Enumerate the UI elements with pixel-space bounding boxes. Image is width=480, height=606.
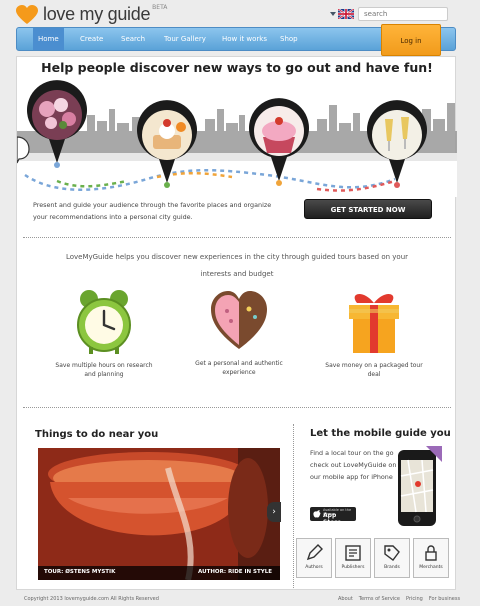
near-heading: Things to do near you bbox=[35, 429, 159, 440]
app-store-label: App Store bbox=[323, 512, 342, 526]
featured-tour-photo[interactable]: TOUR: ØSTENS MYSTIK AUTHOR: RIDE IN STYL… bbox=[38, 448, 280, 580]
login-button[interactable]: Log in bbox=[381, 24, 441, 56]
app-store-button[interactable]: Available on the iPhone App Store bbox=[310, 507, 356, 526]
nav-search[interactable]: Search bbox=[116, 28, 150, 50]
mobile-heading: Let the mobile guide you bbox=[310, 428, 451, 439]
heart-icon bbox=[211, 291, 267, 349]
search-area bbox=[330, 7, 448, 21]
role-label: Brands bbox=[384, 565, 400, 570]
vertical-divider bbox=[293, 424, 294, 588]
divider bbox=[23, 407, 451, 408]
city-skyline-illustration bbox=[17, 80, 457, 197]
alarm-clock-icon bbox=[77, 290, 131, 354]
role-publishers[interactable]: Publishers bbox=[335, 538, 371, 578]
feature-save-time: Save multiple hours on research and plan… bbox=[49, 289, 159, 379]
newspaper-icon bbox=[345, 545, 361, 561]
hero-banner bbox=[17, 79, 457, 197]
pencil-icon bbox=[306, 544, 323, 561]
author-caption[interactable]: AUTHOR: RIDE IN STYLE bbox=[198, 569, 272, 575]
heart-logo-icon bbox=[16, 4, 38, 25]
nav-create[interactable]: Create bbox=[75, 28, 108, 50]
copyright: Copyright 2013 lovemyguide.com All Right… bbox=[24, 596, 159, 602]
nav-how-it-works[interactable]: How it works bbox=[217, 28, 272, 50]
feature-personal: Get a personal and authentic experience bbox=[184, 289, 294, 377]
apple-icon bbox=[313, 510, 321, 518]
iphone-image bbox=[398, 446, 442, 526]
language-dropdown-icon[interactable] bbox=[330, 12, 336, 16]
uk-flag-icon[interactable] bbox=[338, 9, 354, 19]
get-started-button[interactable]: GET STARTED NOW bbox=[304, 199, 432, 219]
footer-links: About Terms of Service Pricing For busin… bbox=[338, 596, 460, 602]
lock-icon bbox=[425, 545, 437, 561]
divider bbox=[23, 237, 451, 238]
intro-text: Present and guide your audience through … bbox=[33, 201, 272, 221]
role-label: Publishers bbox=[341, 565, 365, 570]
footer-link-pricing[interactable]: Pricing bbox=[406, 596, 423, 602]
role-merchants[interactable]: Merchants bbox=[413, 538, 449, 578]
nav-tour-gallery[interactable]: Tour Gallery bbox=[159, 28, 211, 50]
footer-link-terms[interactable]: Terms of Service bbox=[359, 596, 400, 602]
footer-link-business[interactable]: For business bbox=[429, 596, 460, 602]
brand-name: love my guide bbox=[43, 4, 151, 24]
next-arrow-icon[interactable]: › bbox=[267, 502, 281, 522]
feature-label: Get a personal and authentic experience bbox=[195, 360, 283, 376]
hero-title: Help people discover new ways to go out … bbox=[41, 60, 433, 75]
role-authors[interactable]: Authors bbox=[296, 538, 332, 578]
nav-home[interactable]: Home bbox=[33, 28, 64, 50]
tag-icon bbox=[384, 545, 400, 561]
role-label: Merchants bbox=[419, 565, 443, 570]
nav-shop[interactable]: Shop bbox=[275, 28, 303, 50]
mobile-text: Find a local tour on the go check out Lo… bbox=[310, 449, 397, 481]
main-nav: Home Create Search Tour Gallery How it w… bbox=[16, 24, 456, 56]
footer-link-about[interactable]: About bbox=[338, 596, 353, 602]
feature-label: Save multiple hours on research and plan… bbox=[55, 362, 153, 378]
feature-label: Save money on a packaged tour deal bbox=[325, 362, 423, 378]
gift-icon bbox=[349, 293, 399, 353]
role-brands[interactable]: Brands bbox=[374, 538, 410, 578]
search-input[interactable] bbox=[358, 7, 448, 21]
tagline: LoveMyGuide helps you discover new exper… bbox=[65, 253, 409, 278]
tour-caption[interactable]: TOUR: ØSTENS MYSTIK bbox=[44, 569, 115, 575]
beta-badge: BETA bbox=[152, 4, 168, 11]
feature-save-money: Save money on a packaged tour deal bbox=[319, 289, 429, 379]
punch-bowl-image bbox=[38, 448, 280, 580]
logo[interactable]: love my guide BETA bbox=[16, 4, 167, 25]
role-label: Authors bbox=[305, 565, 323, 570]
